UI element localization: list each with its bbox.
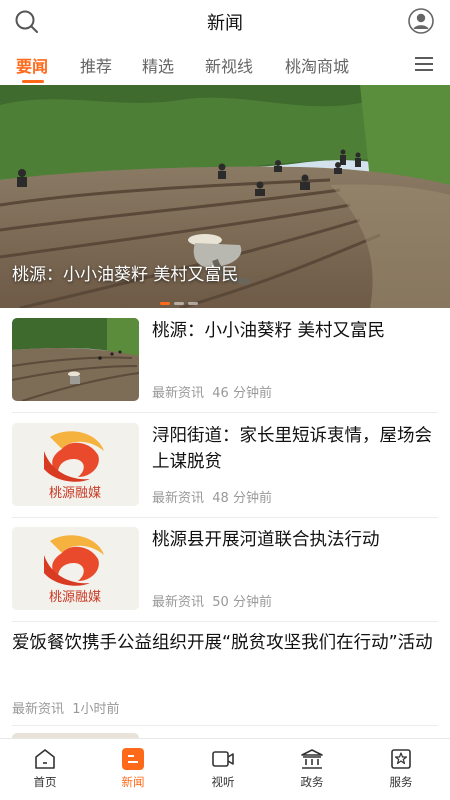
news-meta: 最新资讯 46 分钟前 xyxy=(152,382,272,401)
news-title: 桃源县开展河道联合执法行动 xyxy=(152,530,380,550)
government-icon xyxy=(301,749,323,769)
news-title: 爱饭餐饮携手公益组织开展“脱贫攻坚我们在行动”活动 xyxy=(12,633,433,653)
nav-label: 视听 xyxy=(211,775,235,789)
news-source: 最新资讯 xyxy=(152,386,205,401)
page-title: 新闻 xyxy=(207,13,243,34)
nav-video[interactable]: 视听 xyxy=(193,747,253,790)
news-item[interactable]: 桃源融媒 浔阳街道：家长里短诉衷情，屋场会上谋脱贫 最新资讯 48 分钟前 xyxy=(12,423,438,506)
user-avatar-icon[interactable] xyxy=(408,8,434,34)
carousel-dot-active xyxy=(160,302,170,305)
home-icon xyxy=(35,749,55,769)
news-source: 最新资讯 xyxy=(152,595,205,610)
nav-label: 服务 xyxy=(389,775,413,789)
news-time: 50 分钟前 xyxy=(212,595,272,610)
news-item-text-only[interactable]: 爱饭餐饮携手公益组织开展“脱贫攻坚我们在行动”活动 最新资讯 1小时前 xyxy=(12,630,438,718)
news-meta: 最新资讯 48 分钟前 xyxy=(152,487,272,506)
news-meta: 最新资讯 1小时前 xyxy=(12,698,120,717)
news-item[interactable]: 桃源融媒 桃源县开展河道联合执法行动 最新资讯 50 分钟前 xyxy=(12,527,438,610)
carousel-dots xyxy=(160,290,202,308)
nav-home[interactable]: 首页 xyxy=(15,747,75,790)
taoyuan-logo-thumbnail: 桃源融媒 xyxy=(12,527,139,610)
carousel-dot xyxy=(188,302,198,305)
nav-label: 新闻 xyxy=(121,775,145,789)
tab-mall[interactable]: 桃淘商城 xyxy=(285,53,349,77)
headline-banner[interactable]: 桃源：小小油葵籽 美村又富民 xyxy=(0,85,450,308)
bottom-navigation: 首页 新闻 视听 政务 服务 xyxy=(0,738,450,800)
nav-government[interactable]: 政务 xyxy=(282,747,342,790)
tab-recommend[interactable]: 推荐 xyxy=(80,53,112,77)
carousel-dot xyxy=(174,302,184,305)
nav-news[interactable]: 新闻 xyxy=(103,747,163,790)
news-title: 浔阳街道：家长里短诉衷情，屋场会上谋脱贫 xyxy=(152,426,432,472)
video-icon xyxy=(212,751,234,767)
list-divider xyxy=(12,517,438,518)
service-icon xyxy=(391,749,411,769)
nav-label: 首页 xyxy=(33,775,57,789)
tab-featured[interactable]: 精选 xyxy=(142,53,174,77)
news-icon xyxy=(122,748,144,770)
tab-headlines[interactable]: 要闻 xyxy=(16,53,48,77)
active-tab-indicator xyxy=(22,80,44,83)
news-source: 最新资讯 xyxy=(152,491,205,506)
top-header: 新闻 xyxy=(0,0,450,44)
logo-wordmark: 桃源融媒 xyxy=(49,590,101,605)
news-title: 桃源：小小油葵籽 美村又富民 xyxy=(152,321,386,341)
taoyuan-logo-thumbnail: 桃源融媒 xyxy=(12,423,139,506)
news-time: 1小时前 xyxy=(72,702,120,717)
category-tabs: 要闻 推荐 精选 新视线 桃淘商城 xyxy=(0,44,450,84)
news-source: 最新资讯 xyxy=(12,702,65,717)
list-divider xyxy=(12,725,438,726)
news-thumbnail-farm xyxy=(12,318,139,401)
news-item[interactable]: 桃源：小小油葵籽 美村又富民 最新资讯 46 分钟前 xyxy=(12,318,438,401)
menu-icon[interactable] xyxy=(414,56,434,72)
list-divider xyxy=(12,412,438,413)
tab-new-vision[interactable]: 新视线 xyxy=(205,53,253,77)
banner-caption: 桃源：小小油葵籽 美村又富民 xyxy=(12,265,239,285)
news-meta: 最新资讯 50 分钟前 xyxy=(152,591,272,610)
nav-label: 政务 xyxy=(300,775,324,789)
logo-wordmark: 桃源融媒 xyxy=(49,486,101,501)
news-time: 46 分钟前 xyxy=(212,386,272,401)
news-app: 新闻 要闻 推荐 精选 新视线 桃淘商城 桃源：小小油葵籽 美村又富民 桃源：小… xyxy=(0,0,450,800)
list-divider xyxy=(12,621,438,622)
nav-service[interactable]: 服务 xyxy=(371,747,431,790)
news-time: 48 分钟前 xyxy=(212,491,272,506)
